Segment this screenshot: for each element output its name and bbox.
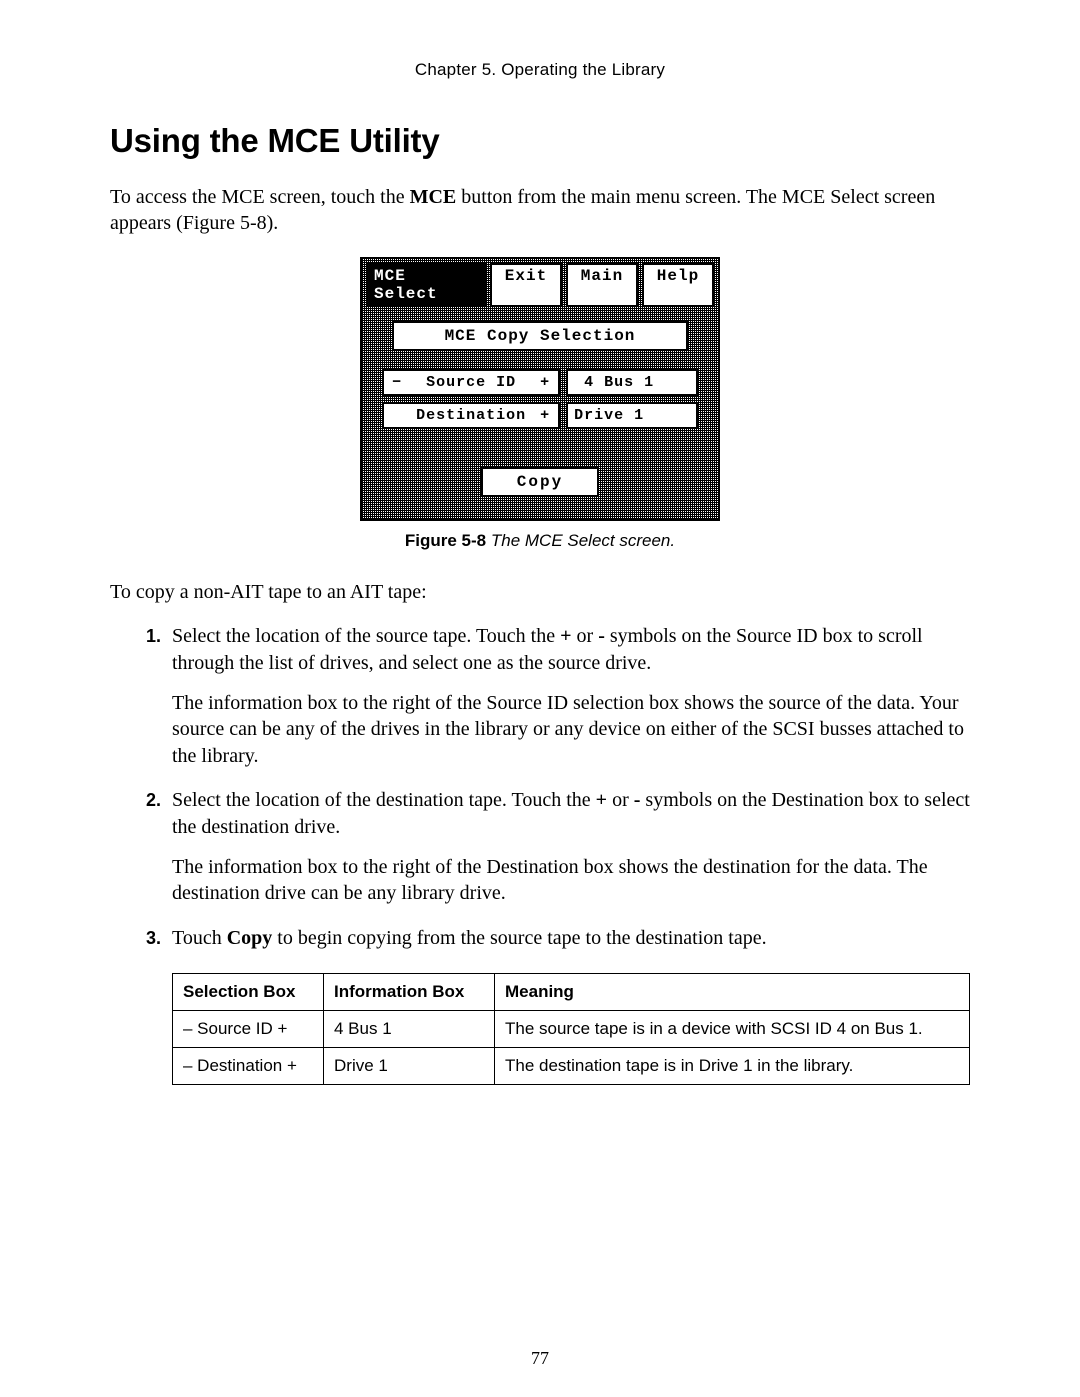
td-info: Drive 1 — [324, 1048, 495, 1085]
step-1: Select the location of the source tape. … — [166, 623, 970, 769]
th-selection-box: Selection Box — [173, 974, 324, 1011]
step1-pre: Select the location of the source tape. … — [172, 625, 560, 647]
step2-mid: or — [607, 789, 634, 811]
main-button[interactable]: Main — [566, 263, 638, 307]
mce-window-title: MCE Select — [366, 263, 486, 307]
td-mean: The destination tape is in Drive 1 in th… — [495, 1048, 970, 1085]
source-id-box[interactable]: − Source ID + — [382, 369, 560, 396]
source-row: − Source ID + 4 Bus 1 — [382, 369, 698, 396]
table-row: – Destination + Drive 1 The destination … — [173, 1048, 970, 1085]
mce-section-title: MCE Copy Selection — [392, 321, 688, 351]
source-id-label: Source ID — [426, 374, 516, 391]
exit-button[interactable]: Exit — [490, 263, 562, 307]
source-info-box: 4 Bus 1 — [566, 369, 698, 396]
table-row: – Source ID + 4 Bus 1 The source tape is… — [173, 1011, 970, 1048]
step-2: Select the location of the destination t… — [166, 787, 970, 907]
step-3: Touch Copy to begin copying from the sou… — [166, 925, 970, 951]
step1-plus: + — [560, 625, 571, 647]
destination-minus-button[interactable] — [390, 407, 404, 424]
figure-caption: Figure 5-8 The MCE Select screen. — [110, 531, 970, 551]
step1-para2: The information box to the right of the … — [172, 690, 970, 769]
th-meaning: Meaning — [495, 974, 970, 1011]
info-table: Selection Box Information Box Meaning – … — [172, 973, 970, 1085]
copy-row: Copy — [362, 467, 718, 497]
td-info: 4 Bus 1 — [324, 1011, 495, 1048]
step2-pre: Select the location of the destination t… — [172, 789, 596, 811]
intro-button-name: MCE — [410, 186, 457, 208]
page-number: 77 — [0, 1348, 1080, 1369]
step3-copy: Copy — [227, 927, 273, 949]
figure-description: The MCE Select screen. — [486, 531, 675, 550]
th-information-box: Information Box — [324, 974, 495, 1011]
mce-topbar: MCE Select Exit Main Help — [362, 259, 718, 311]
step2-para2: The information box to the right of the … — [172, 854, 970, 907]
mce-select-screen: MCE Select Exit Main Help MCE Copy Selec… — [360, 257, 720, 521]
destination-label: Destination — [416, 407, 526, 424]
td-sel: – Destination + — [173, 1048, 324, 1085]
step3-pre: Touch — [172, 927, 227, 949]
lead-sentence: To copy a non-AIT tape to an AIT tape: — [110, 579, 970, 605]
intro-pre: To access the MCE screen, touch the — [110, 186, 410, 208]
figure-5-8: MCE Select Exit Main Help MCE Copy Selec… — [110, 257, 970, 551]
steps-list: Select the location of the source tape. … — [110, 623, 970, 951]
step1-mid: or — [572, 625, 599, 647]
destination-row: Destination + Drive 1 — [382, 402, 698, 429]
destination-plus-button[interactable]: + — [538, 407, 552, 424]
page-title: Using the MCE Utility — [110, 122, 970, 160]
td-sel: – Source ID + — [173, 1011, 324, 1048]
source-minus-button[interactable]: − — [390, 374, 404, 391]
step1-minus: - — [598, 625, 605, 647]
help-button[interactable]: Help — [642, 263, 714, 307]
source-plus-button[interactable]: + — [538, 374, 552, 391]
table-header-row: Selection Box Information Box Meaning — [173, 974, 970, 1011]
step2-plus: + — [596, 789, 607, 811]
step3-post: to begin copying from the source tape to… — [272, 927, 766, 949]
chapter-header: Chapter 5. Operating the Library — [110, 60, 970, 80]
intro-paragraph: To access the MCE screen, touch the MCE … — [110, 184, 970, 237]
td-mean: The source tape is in a device with SCSI… — [495, 1011, 970, 1048]
destination-box[interactable]: Destination + — [382, 402, 560, 429]
destination-info-box: Drive 1 — [566, 402, 698, 429]
page: Chapter 5. Operating the Library Using t… — [0, 0, 1080, 1397]
figure-label: Figure 5-8 — [405, 531, 486, 550]
copy-button[interactable]: Copy — [481, 467, 599, 497]
